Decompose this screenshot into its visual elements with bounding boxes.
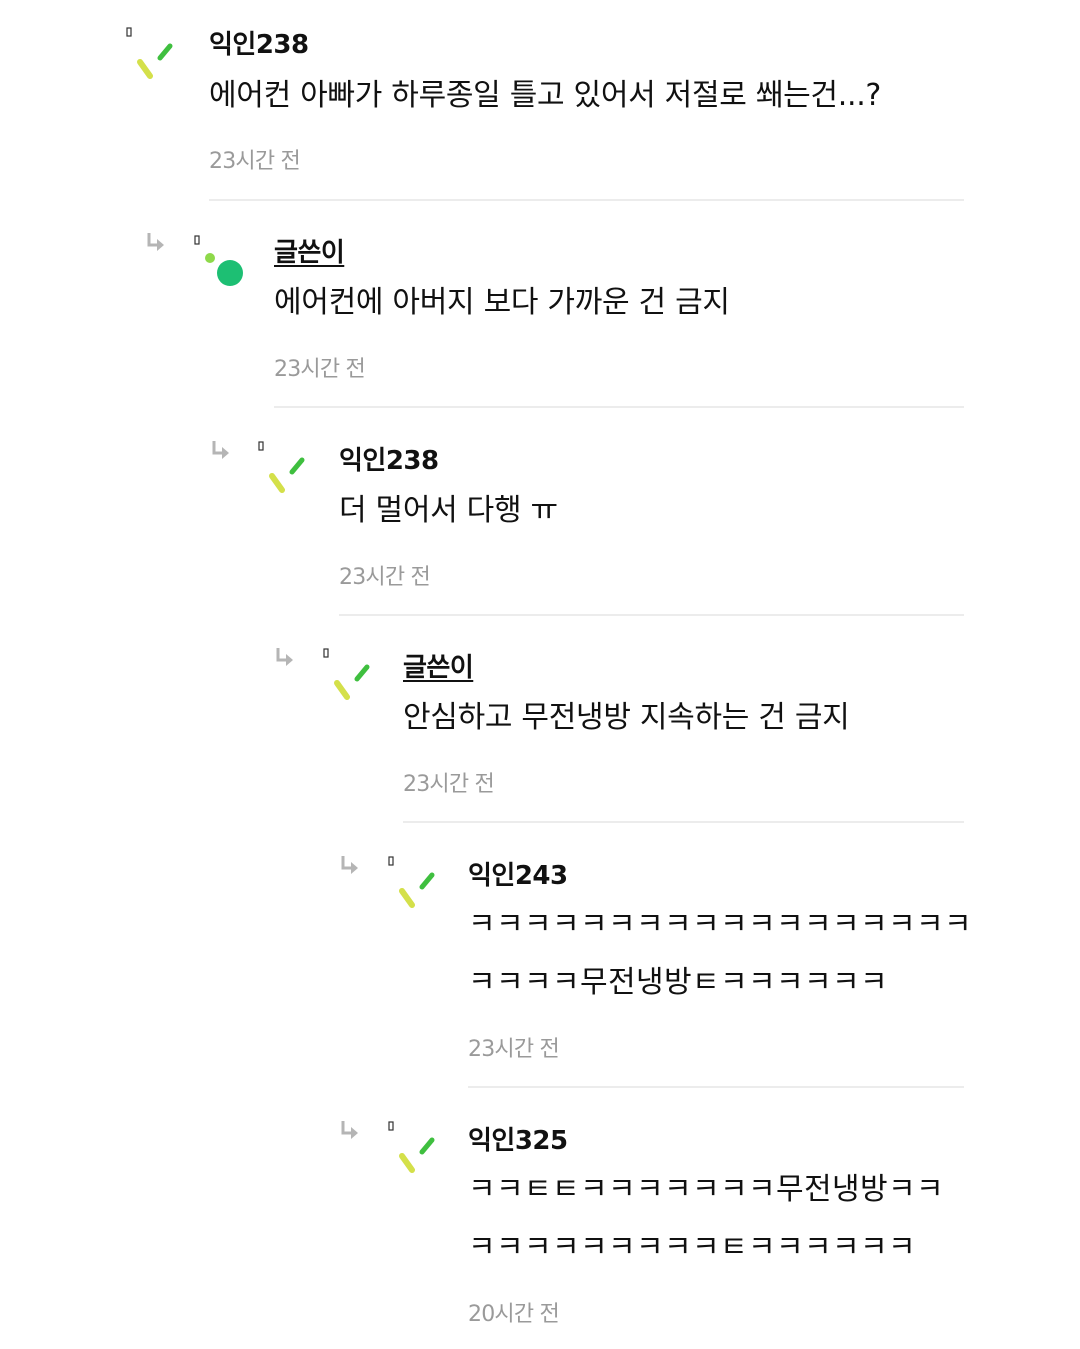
comment-author-name[interactable]: 글쓴이: [403, 647, 474, 684]
anonymous-avatar-icon: [323, 648, 370, 700]
comment-text: 에어컨 아빠가 하루종일 틀고 있어서 저절로 쐐는건...?: [209, 78, 882, 113]
author-avatar-icon: [194, 235, 243, 286]
comment-text-line: ㅋㅋㅋㅋㅋㅋㅋㅋㅋㅋㅋㅋㅋㅋㅋㅋㅋㅋ: [468, 907, 972, 942]
anonymous-avatar-icon: [258, 441, 305, 493]
comment-text-line: ㅋㅋㅋㅋㅋㅋㅋㅋㅋㅌㅋㅋㅋㅋㅋㅋ: [468, 1230, 916, 1265]
comment-text-line: ㅋㅋㅌㅌㅋㅋㅋㅋㅋㅋㅋ무전냉방ㅋㅋ: [468, 1172, 944, 1207]
comment-timestamp: 20시간 전: [468, 1302, 560, 1327]
comment-timestamp: 23시간 전: [403, 772, 495, 797]
anonymous-avatar-icon: [126, 27, 173, 79]
comment-divider: [339, 614, 964, 616]
reply-arrow-icon: [147, 233, 164, 251]
comment-author-name[interactable]: 익인238: [339, 440, 439, 477]
comment-text: 에어컨에 아버지 보다 가까운 건 금지: [274, 285, 730, 320]
comment-text: 더 멀어서 다행 ㅠ: [339, 493, 558, 528]
comment-author-name[interactable]: 익인325: [468, 1120, 568, 1157]
reply-arrow-icon: [341, 856, 358, 874]
comment-divider: [468, 1086, 964, 1088]
comment-author-name[interactable]: 글쓴이: [274, 232, 345, 269]
reply-arrow-icon: [212, 441, 229, 459]
comment-divider: [403, 821, 964, 823]
comment-text-line: ㅋㅋㅋㅋ무전냉방ㅌㅋㅋㅋㅋㅋㅋ: [468, 965, 888, 1000]
comment-author-name[interactable]: 익인238: [209, 24, 309, 61]
anonymous-avatar-icon: [388, 1121, 435, 1173]
comment-author-name[interactable]: 익인243: [468, 855, 568, 892]
comment-divider: [274, 406, 964, 408]
comment-timestamp: 23시간 전: [274, 357, 366, 382]
comment-timestamp: 23시간 전: [339, 565, 431, 590]
comment-timestamp: 23시간 전: [468, 1037, 560, 1062]
anonymous-avatar-icon: [388, 856, 435, 908]
reply-arrow-icon: [276, 648, 293, 666]
reply-arrow-icon: [341, 1121, 358, 1139]
comment-text: 안심하고 무전냉방 지속하는 건 금지: [403, 700, 850, 735]
comment-timestamp: 23시간 전: [209, 149, 301, 174]
comment-divider: [209, 199, 964, 201]
